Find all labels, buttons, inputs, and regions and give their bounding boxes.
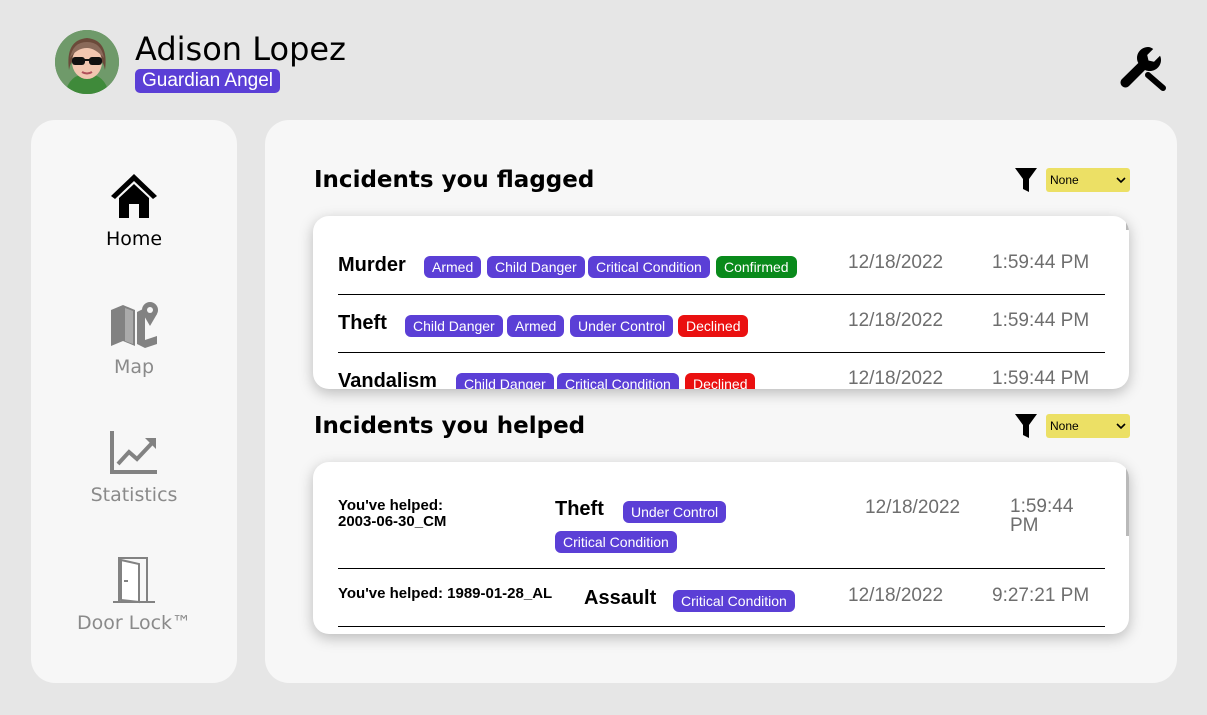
- flagged-filter-select[interactable]: None: [1046, 168, 1130, 192]
- incident-time-line: 1:59:44: [1010, 496, 1074, 517]
- list-item[interactable]: You've helped: 2003-06-30_CM Theft Under…: [338, 462, 1105, 569]
- helped-reference-line: You've helped:: [338, 497, 443, 514]
- scrollbar[interactable]: [1126, 462, 1129, 536]
- sidebar-item-home[interactable]: Home: [31, 170, 237, 250]
- flagged-incidents-list[interactable]: Murder Armed Child Danger Critical Condi…: [313, 216, 1129, 389]
- tag-badge: Armed: [424, 256, 482, 278]
- filter-select-value: None: [1050, 419, 1079, 433]
- sidebar-item-label: Map: [113, 356, 155, 378]
- status-badge: Confirmed: [716, 256, 797, 278]
- helped-filter-select[interactable]: None: [1046, 414, 1130, 438]
- tag-badge: Child Danger: [487, 256, 585, 278]
- incident-type: Murder: [338, 254, 406, 276]
- role-badge: Guardian Angel: [135, 69, 280, 93]
- home-icon: [108, 170, 160, 222]
- door-icon: [108, 554, 160, 606]
- incident-type: Vandalism: [338, 370, 437, 389]
- helped-reference: You've helped: 2003-06-30_CM: [338, 498, 446, 530]
- helped-reference: You've helped: 1989-01-28_AL: [338, 585, 553, 602]
- helped-section-title: Incidents you helped: [314, 413, 586, 439]
- sidebar-item-door-lock[interactable]: Door Lock™: [31, 554, 237, 634]
- avatar[interactable]: [55, 30, 119, 94]
- filter-select-value: None: [1050, 173, 1079, 187]
- incident-date: 12/18/2022: [865, 497, 961, 518]
- list-item[interactable]: You've helped: 1989-01-28_AL Assault Cri…: [338, 569, 1105, 627]
- tag-badge: Under Control: [570, 315, 674, 337]
- tag-badge: Under Control: [623, 501, 727, 523]
- wrench-icon[interactable]: [1118, 43, 1168, 91]
- main-panel: Incidents you flagged None Murder Armed …: [265, 120, 1177, 683]
- sidebar-item-label: Home: [105, 228, 163, 250]
- helped-incidents-list[interactable]: You've helped: 2003-06-30_CM Theft Under…: [313, 462, 1129, 634]
- incident-time: 1:59:44 PM: [1010, 497, 1073, 535]
- flagged-filter: None: [1014, 167, 1130, 193]
- sidebar-item-label: Door Lock™: [76, 612, 192, 634]
- chevron-down-icon: [1116, 419, 1126, 433]
- user-header: Adison Lopez Guardian Angel: [55, 30, 346, 94]
- map-icon: [108, 298, 160, 350]
- incident-time: 1:59:44 PM: [992, 368, 1090, 389]
- tag-badge: Critical Condition: [588, 256, 710, 278]
- flagged-section-title: Incidents you flagged: [314, 167, 595, 193]
- tag-badge: Critical Condition: [673, 590, 795, 612]
- chart-line-icon: [108, 426, 160, 478]
- sidebar-item-statistics[interactable]: Statistics: [31, 426, 237, 506]
- incident-time: 1:59:44 PM: [992, 310, 1090, 331]
- user-name: Adison Lopez: [135, 30, 346, 68]
- tag-badge: Critical Condition: [555, 531, 677, 553]
- incident-time: 1:59:44 PM: [992, 252, 1090, 273]
- incident-date: 12/18/2022: [848, 585, 944, 606]
- status-badge: Declined: [685, 373, 756, 389]
- sidebar-item-map[interactable]: Map: [31, 298, 237, 378]
- helped-reference-line: 2003-06-30_CM: [338, 513, 447, 530]
- tag-badge: Child Danger: [456, 373, 554, 389]
- chevron-down-icon: [1116, 173, 1126, 187]
- tag-badge: Armed: [507, 315, 565, 337]
- sidebar-item-label: Statistics: [90, 484, 178, 506]
- incident-date: 12/18/2022: [848, 252, 944, 273]
- incident-time-line: PM: [1010, 515, 1039, 536]
- tag-badge: Critical Condition: [557, 373, 679, 389]
- incident-date: 12/18/2022: [848, 310, 944, 331]
- filter-icon[interactable]: [1014, 413, 1038, 439]
- list-item[interactable]: Theft Child Danger Armed Under Control D…: [338, 295, 1105, 353]
- incident-type: Theft: [555, 498, 604, 520]
- incident-time: 9:27:21 PM: [992, 585, 1090, 606]
- sidebar: Home Map Statistics Door Lock™: [31, 120, 237, 683]
- scrollbar[interactable]: [1126, 216, 1129, 230]
- tag-badge: Child Danger: [405, 315, 503, 337]
- incident-type: Assault: [584, 587, 657, 609]
- filter-icon[interactable]: [1014, 167, 1038, 193]
- incident-date: 12/18/2022: [848, 368, 944, 389]
- incident-type: Theft: [338, 312, 387, 334]
- helped-filter: None: [1014, 413, 1130, 439]
- status-badge: Declined: [678, 315, 749, 337]
- list-item[interactable]: Vandalism Child Danger Critical Conditio…: [338, 353, 1105, 389]
- list-item[interactable]: Murder Armed Child Danger Critical Condi…: [338, 216, 1105, 295]
